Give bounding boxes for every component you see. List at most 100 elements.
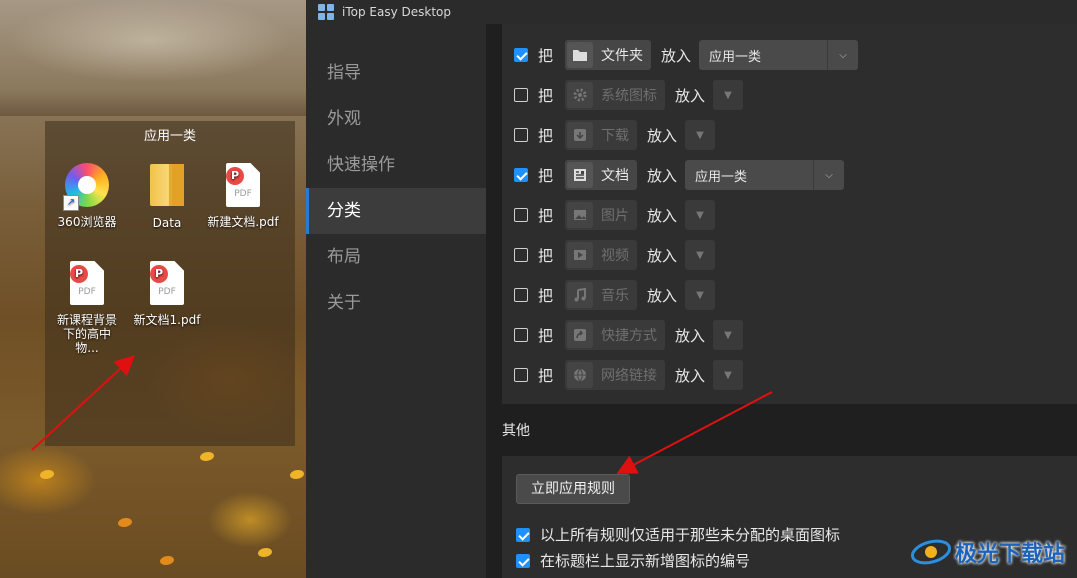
rule-checkbox[interactable]	[514, 128, 528, 142]
category-button-music[interactable]: 音乐	[565, 280, 638, 310]
shortcut-arrow-icon: ↗	[63, 195, 79, 211]
rule-checkbox[interactable]	[514, 168, 528, 182]
rule-checkbox[interactable]	[514, 288, 528, 302]
target-dropdown[interactable]: ▼	[685, 280, 716, 310]
option-checkbox[interactable]	[516, 527, 530, 542]
option-show-count[interactable]: 在标题栏上显示新增图标的编号	[516, 550, 750, 571]
desktop-icon-360-browser[interactable]: ↗ 360浏览器	[47, 161, 127, 229]
category-button-web-link[interactable]: 网络链接	[565, 360, 666, 390]
gear-icon	[567, 82, 594, 108]
rule-row-image: 把 图片 放入 ▼	[514, 200, 716, 230]
music-icon	[567, 282, 594, 308]
category-label: 图片	[601, 208, 630, 224]
category-button-document[interactable]: 文档	[565, 160, 638, 190]
apply-rules-button[interactable]: 立即应用规则	[516, 474, 630, 504]
target-dropdown[interactable]: ▼	[713, 360, 744, 390]
video-icon	[567, 242, 594, 268]
leaf	[160, 556, 174, 565]
put-word: 放入	[675, 326, 706, 345]
rule-word: 把	[538, 126, 554, 145]
rule-checkbox[interactable]	[514, 208, 528, 222]
nav-item-classify[interactable]: 分类	[306, 188, 486, 234]
leaf	[200, 452, 214, 461]
leaf	[118, 518, 132, 527]
desktop-icon-data-folder[interactable]: Data	[127, 161, 207, 230]
rule-row-system-icons: 把 系统图标 放入 ▼	[514, 80, 744, 110]
category-button-folder[interactable]: 文件夹	[565, 40, 652, 70]
app-window: iTop Easy Desktop 指导 外观 快速操作 分类 布局 关于 把 …	[306, 0, 1077, 578]
rule-word: 把	[538, 166, 554, 185]
rule-row-shortcut: 把 快捷方式 放入 ▼	[514, 320, 744, 350]
rule-word: 把	[538, 246, 554, 265]
pdf-icon: P PDF	[219, 163, 267, 211]
target-dropdown[interactable]: ▼	[685, 120, 716, 150]
target-dropdown[interactable]: 应用一类 ⌵	[685, 160, 845, 190]
target-value: 应用一类	[709, 49, 762, 65]
option-label: 以上所有规则仅适用于那些未分配的桌面图标	[540, 526, 841, 544]
option-checkbox[interactable]	[516, 553, 530, 568]
title-bar[interactable]: iTop Easy Desktop	[306, 0, 1077, 24]
rule-checkbox[interactable]	[514, 248, 528, 262]
rule-row-music: 把 音乐 放入 ▼	[514, 280, 716, 310]
chevron-down-icon: ⌵	[813, 160, 844, 190]
nav-item-layout[interactable]: 布局	[306, 234, 486, 280]
category-button-system-icons[interactable]: 系统图标	[565, 80, 666, 110]
category-label: 视频	[601, 248, 630, 264]
watermark-logo-icon	[909, 537, 953, 567]
app-logo-icon	[318, 4, 334, 20]
rule-checkbox[interactable]	[514, 328, 528, 342]
nav-item-quick-actions[interactable]: 快速操作	[306, 142, 486, 188]
category-button-shortcut[interactable]: 快捷方式	[565, 320, 666, 350]
category-label: 下载	[601, 128, 630, 144]
category-button-download[interactable]: 下载	[565, 120, 638, 150]
chevron-down-icon: ▼	[696, 249, 704, 261]
desktop-icon-pdf[interactable]: P PDF 新文档1.pdf	[127, 259, 207, 327]
target-dropdown[interactable]: ▼	[713, 80, 744, 110]
target-dropdown[interactable]: ▼	[685, 240, 716, 270]
put-word: 放入	[675, 86, 706, 105]
desktop-icon-pdf[interactable]: P PDF 新课程背景下的高中物...	[47, 259, 127, 355]
desktop-icon-label: Data	[152, 216, 182, 230]
document-icon	[567, 162, 594, 188]
chevron-down-icon: ⌵	[827, 40, 858, 70]
category-label: 系统图标	[601, 88, 658, 104]
rule-checkbox[interactable]	[514, 48, 528, 62]
rule-word: 把	[538, 326, 554, 345]
rule-checkbox[interactable]	[514, 88, 528, 102]
rule-checkbox[interactable]	[514, 368, 528, 382]
target-dropdown[interactable]: ▼	[713, 320, 744, 350]
category-label: 文档	[601, 168, 630, 184]
category-label: 快捷方式	[601, 328, 658, 344]
pdf-icon: P PDF	[143, 261, 191, 309]
rule-row-web-link: 把 网络链接 放入 ▼	[514, 360, 744, 390]
nav-item-guide[interactable]: 指导	[306, 50, 486, 96]
target-dropdown[interactable]: 应用一类 ⌵	[699, 40, 859, 70]
image-icon	[567, 202, 594, 228]
rule-row-folder: 把 文件夹 放入 应用一类 ⌵	[514, 40, 859, 70]
chevron-down-icon: ▼	[724, 369, 732, 381]
wallpaper-fence	[0, 90, 306, 116]
rule-row-download: 把 下载 放入 ▼	[514, 120, 716, 150]
leaf	[290, 470, 304, 479]
category-button-video[interactable]: 视频	[565, 240, 638, 270]
pdf-icon: P PDF	[63, 261, 111, 309]
desktop-icon-label: 360浏览器	[57, 215, 117, 229]
put-word: 放入	[647, 286, 678, 305]
put-word: 放入	[647, 246, 678, 265]
desktop-wallpaper: 应用一类 ↗ 360浏览器 Data P PDF 新建文档.pdf P PDF 新课…	[0, 0, 306, 578]
option-unassigned-only[interactable]: 以上所有规则仅适用于那些未分配的桌面图标	[516, 524, 840, 545]
chevron-down-icon: ▼	[724, 329, 732, 341]
put-word: 放入	[661, 46, 692, 65]
category-button-image[interactable]: 图片	[565, 200, 638, 230]
rule-row-video: 把 视频 放入 ▼	[514, 240, 716, 270]
watermark-text: 极光下载站	[954, 542, 1065, 567]
target-value: 应用一类	[695, 169, 748, 185]
rule-row-document: 把 文档 放入 应用一类 ⌵	[514, 160, 845, 190]
chevron-down-icon: ▼	[696, 209, 704, 221]
desktop-fence-group[interactable]: 应用一类 ↗ 360浏览器 Data P PDF 新建文档.pdf P PDF 新课…	[45, 121, 295, 446]
desktop-icon-pdf[interactable]: P PDF 新建文档.pdf	[203, 161, 283, 229]
target-dropdown[interactable]: ▼	[685, 200, 716, 230]
nav-item-about[interactable]: 关于	[306, 280, 486, 326]
nav-item-appearance[interactable]: 外观	[306, 96, 486, 142]
app-title: iTop Easy Desktop	[342, 5, 451, 19]
